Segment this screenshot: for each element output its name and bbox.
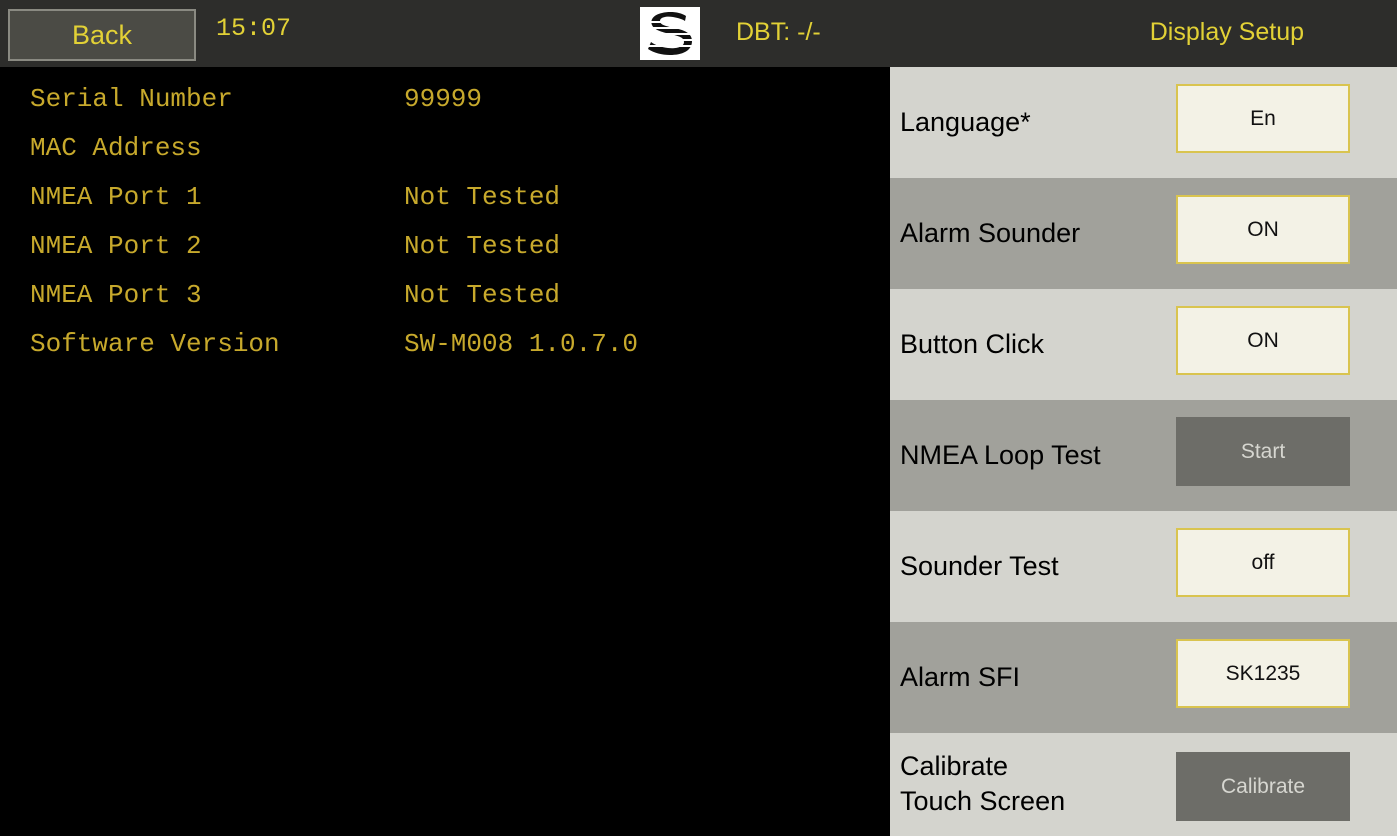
button-click-toggle[interactable]: ON: [1176, 306, 1350, 375]
display-setup-screen: Back 15:07 DBT: -/- Display Setup Serial: [0, 0, 1397, 836]
alarm-sounder-label: Alarm Sounder: [900, 217, 1081, 248]
button-click-label: Button Click: [900, 328, 1045, 359]
alarm-sfi-label: Alarm SFI: [900, 661, 1021, 692]
back-button[interactable]: Back: [8, 9, 196, 61]
info-value: Not Tested: [404, 280, 561, 310]
language-button[interactable]: En: [1176, 84, 1350, 153]
alarm-sfi-button[interactable]: SK1235: [1176, 639, 1350, 708]
brand-s-logo-icon: [640, 7, 700, 60]
settings-panel: Language* En Alarm Sounder ON Button Cli…: [890, 67, 1397, 836]
alarm-sounder-toggle[interactable]: ON: [1176, 195, 1350, 264]
info-label: NMEA Port 1: [30, 182, 202, 212]
info-value: SW-M008 1.0.7.0: [404, 329, 639, 359]
info-label: MAC Address: [30, 133, 202, 163]
clock: 15:07: [216, 14, 292, 43]
nmea-loop-test-label: NMEA Loop Test: [900, 439, 1101, 470]
info-label: Software Version: [30, 329, 280, 359]
setting-row-button-click: Button Click ON: [890, 289, 1397, 400]
language-label: Language*: [900, 106, 1031, 137]
sounder-test-toggle[interactable]: off: [1176, 528, 1350, 597]
setting-row-language: Language* En: [890, 67, 1397, 178]
info-label: NMEA Port 3: [30, 280, 202, 310]
info-value: Not Tested: [404, 231, 561, 261]
depth-below-transducer-readout: DBT: -/-: [736, 18, 821, 46]
calibrate-button[interactable]: Calibrate: [1176, 752, 1350, 821]
info-value: Not Tested: [404, 182, 561, 212]
sounder-test-label: Sounder Test: [900, 550, 1059, 581]
info-label: Serial Number: [30, 84, 233, 114]
calibrate-touch-screen-label: Calibrate Touch Screen: [900, 733, 1065, 836]
info-label: NMEA Port 2: [30, 231, 202, 261]
nmea-loop-test-start-button[interactable]: Start: [1176, 417, 1350, 486]
setting-row-calibrate-touch-screen: Calibrate Touch Screen Calibrate: [890, 733, 1397, 836]
setting-row-alarm-sfi: Alarm SFI SK1235: [890, 622, 1397, 733]
top-bar: Back 15:07 DBT: -/- Display Setup: [0, 0, 1397, 67]
setting-row-alarm-sounder: Alarm Sounder ON: [890, 178, 1397, 289]
setting-row-nmea-loop-test: NMEA Loop Test Start: [890, 400, 1397, 511]
calibrate-label-line2: Touch Screen: [900, 786, 1066, 817]
calibrate-label-line1: Calibrate: [900, 751, 1009, 781]
page-title: Display Setup: [1149, 18, 1304, 46]
setting-row-sounder-test: Sounder Test off: [890, 511, 1397, 622]
info-value: 99999: [404, 84, 483, 114]
